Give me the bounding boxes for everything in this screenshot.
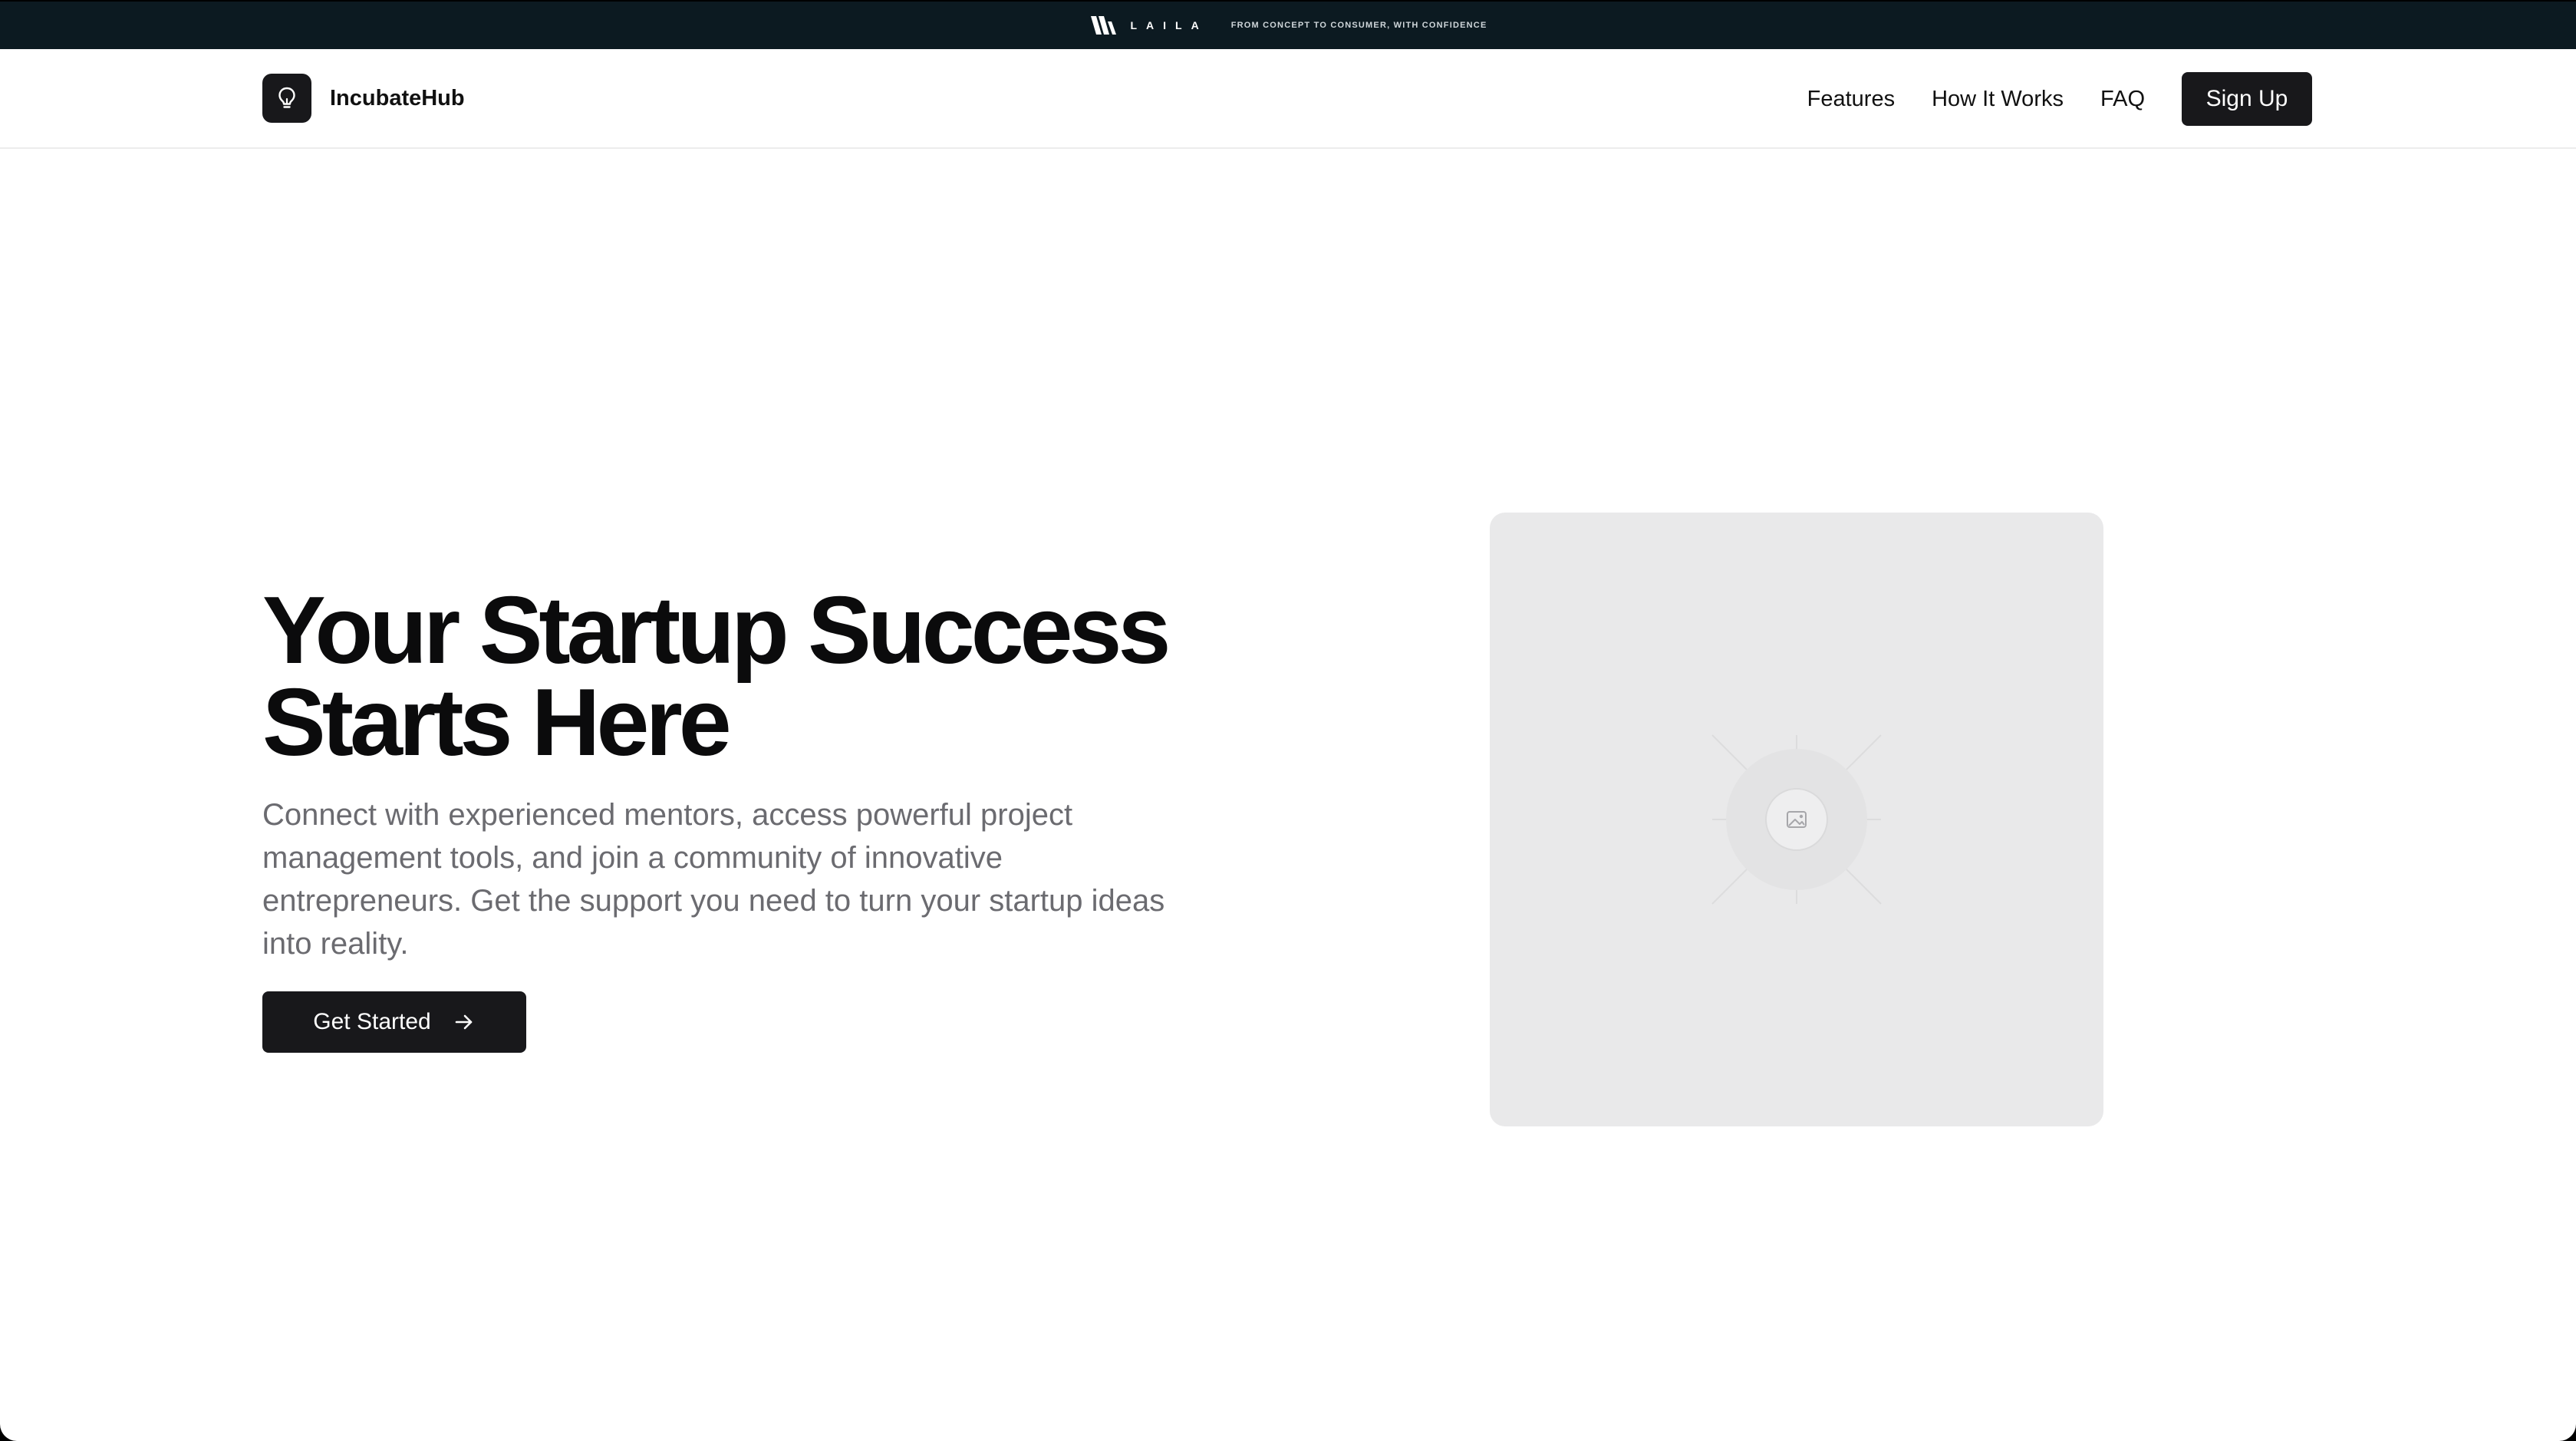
nav-link-faq[interactable]: FAQ: [2100, 87, 2145, 112]
banner-brand[interactable]: LAILA: [1089, 14, 1208, 37]
top-banner: LAILA FROM CONCEPT TO CONSUMER, WITH CON…: [0, 0, 2576, 49]
sign-up-button[interactable]: Sign Up: [2182, 72, 2312, 126]
lightbulb-icon: [278, 87, 295, 108]
nav-links: Features How It Works FAQ Sign Up: [1807, 72, 2312, 126]
navbar: IncubateHub Features How It Works FAQ Si…: [0, 49, 2576, 149]
laila-logo-icon: [1090, 16, 1116, 35]
get-started-label: Get Started: [313, 1009, 431, 1034]
nav-link-how-it-works[interactable]: How It Works: [1932, 87, 2064, 112]
nav-link-features[interactable]: Features: [1807, 87, 1895, 112]
arrow-right-icon: [455, 1014, 473, 1030]
page: LAILA FROM CONCEPT TO CONSUMER, WITH CON…: [0, 0, 2576, 1441]
brand-logo-link[interactable]: IncubateHub: [262, 74, 465, 123]
hero-title-line-1: Your Startup Success: [262, 578, 1171, 684]
placeholder-graphic: [1711, 734, 1882, 905]
hero-title-line-2: Starts Here: [262, 670, 732, 776]
hero-title: Your Startup Success Starts Here: [262, 583, 1229, 770]
get-started-button[interactable]: Get Started: [262, 991, 526, 1053]
brand-mark: [262, 74, 311, 123]
hero-image-placeholder: [1490, 513, 2103, 1126]
hero-subtitle: Connect with experienced mentors, access…: [262, 798, 1165, 961]
brand-name: IncubateHub: [330, 85, 465, 110]
banner-tagline: FROM CONCEPT TO CONSUMER, WITH CONFIDENC…: [1230, 21, 1487, 30]
banner-wordmark: LAILA: [1130, 19, 1208, 31]
